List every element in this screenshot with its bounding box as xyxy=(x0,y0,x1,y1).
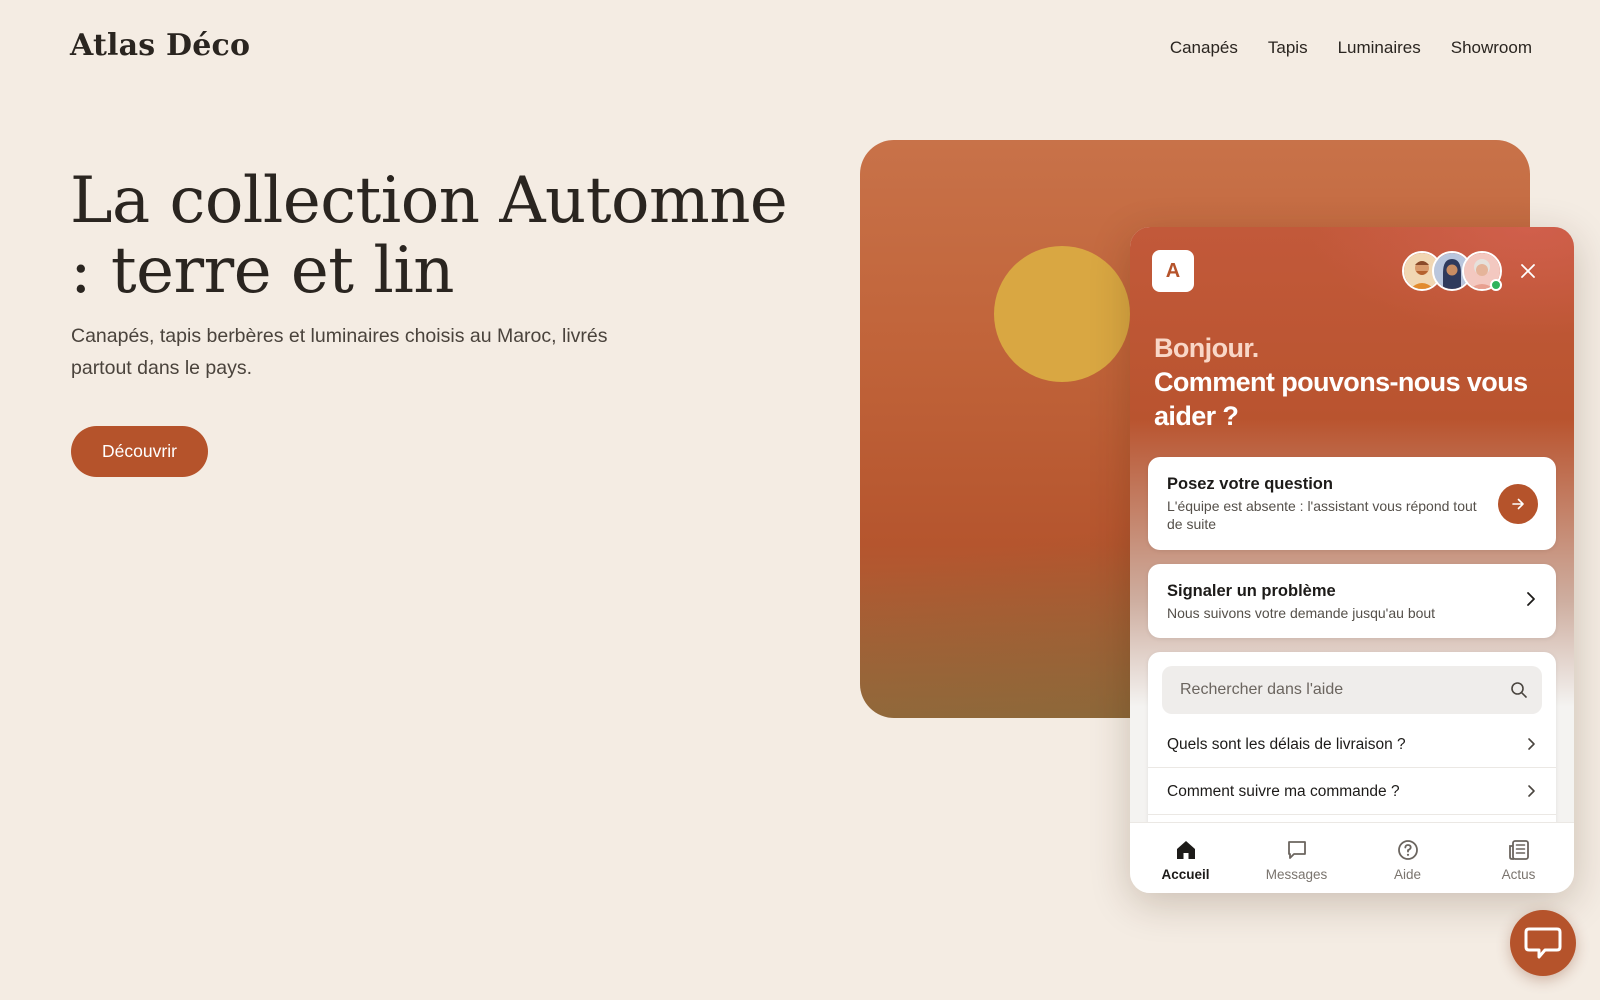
main-nav: Canapés Tapis Luminaires Showroom xyxy=(1170,38,1532,58)
hero-title: La collection Automne : terre et lin xyxy=(70,164,788,308)
close-icon xyxy=(1521,264,1535,278)
faq-item-label: Comment suivre ma commande ? xyxy=(1167,783,1400,800)
tab-actus[interactable]: Actus xyxy=(1463,823,1574,893)
news-icon xyxy=(1506,837,1532,863)
greeting-hello: Bonjour. xyxy=(1154,333,1259,363)
ask-question-title: Posez votre question xyxy=(1167,475,1333,493)
team-avatars xyxy=(1402,251,1502,291)
tab-aide[interactable]: Aide xyxy=(1352,823,1463,893)
report-problem-card[interactable]: Signaler un problème Nous suivons votre … xyxy=(1148,564,1556,638)
chat-bubble-icon xyxy=(1524,927,1562,959)
report-problem-description: Nous suivons votre demande jusqu'au bout xyxy=(1167,605,1436,621)
tab-messages[interactable]: Messages xyxy=(1241,823,1352,893)
hero-subtitle: Canapés, tapis berbères et luminaires ch… xyxy=(71,325,608,379)
chevron-right-icon xyxy=(1527,784,1536,798)
tab-label: Aide xyxy=(1393,867,1422,882)
tab-label: Messages xyxy=(1265,867,1328,882)
tab-label: Accueil xyxy=(1161,867,1210,882)
chevron-right-icon xyxy=(1527,737,1536,751)
brand-badge: A xyxy=(1152,250,1194,292)
message-icon xyxy=(1284,837,1310,863)
tab-accueil[interactable]: Accueil xyxy=(1130,823,1241,893)
faq-item-track-order[interactable]: Comment suivre ma commande ? xyxy=(1148,769,1556,815)
close-button[interactable] xyxy=(1514,257,1542,285)
tab-label: Actus xyxy=(1501,867,1536,882)
nav-link-canapes[interactable]: Canapés xyxy=(1170,38,1238,58)
search-box xyxy=(1162,666,1542,714)
site-header: Atlas Déco Canapés Tapis Luminaires Show… xyxy=(0,0,1600,100)
ask-question-card[interactable]: Posez votre question L'équipe est absent… xyxy=(1148,457,1556,550)
report-problem-title: Signaler un problème xyxy=(1167,582,1336,600)
ask-question-description: L'équipe est absente : l'assistant vous … xyxy=(1167,498,1477,532)
chevron-right-icon xyxy=(1526,591,1536,607)
greeting-question: Comment pouvons-nous vous aider ? xyxy=(1154,367,1528,431)
faq-item-label: Quels sont les délais de livraison ? xyxy=(1167,736,1406,753)
faq-item-delivery[interactable]: Quels sont les délais de livraison ? xyxy=(1148,722,1556,768)
widget-tab-bar: Accueil Messages Aide Actus xyxy=(1130,822,1574,893)
nav-link-showroom[interactable]: Showroom xyxy=(1451,38,1532,58)
arrow-right-icon xyxy=(1512,498,1524,510)
nav-link-tapis[interactable]: Tapis xyxy=(1268,38,1308,58)
discover-button[interactable]: Découvrir xyxy=(71,426,208,477)
help-icon xyxy=(1395,837,1421,863)
search-input[interactable] xyxy=(1178,666,1498,714)
sun-shape xyxy=(994,246,1130,382)
help-widget: A Bonjour. Comment pouvons-nous vous aid… xyxy=(1130,227,1574,893)
nav-link-luminaires[interactable]: Luminaires xyxy=(1338,38,1421,58)
send-question-button[interactable] xyxy=(1498,484,1538,524)
chat-launcher-button[interactable] xyxy=(1510,910,1576,976)
site-logo[interactable]: Atlas Déco xyxy=(70,28,250,63)
online-status-indicator xyxy=(1490,279,1502,291)
widget-greeting: Bonjour. Comment pouvons-nous vous aider… xyxy=(1154,331,1554,433)
search-icon[interactable] xyxy=(1510,681,1528,699)
home-icon xyxy=(1173,837,1199,863)
